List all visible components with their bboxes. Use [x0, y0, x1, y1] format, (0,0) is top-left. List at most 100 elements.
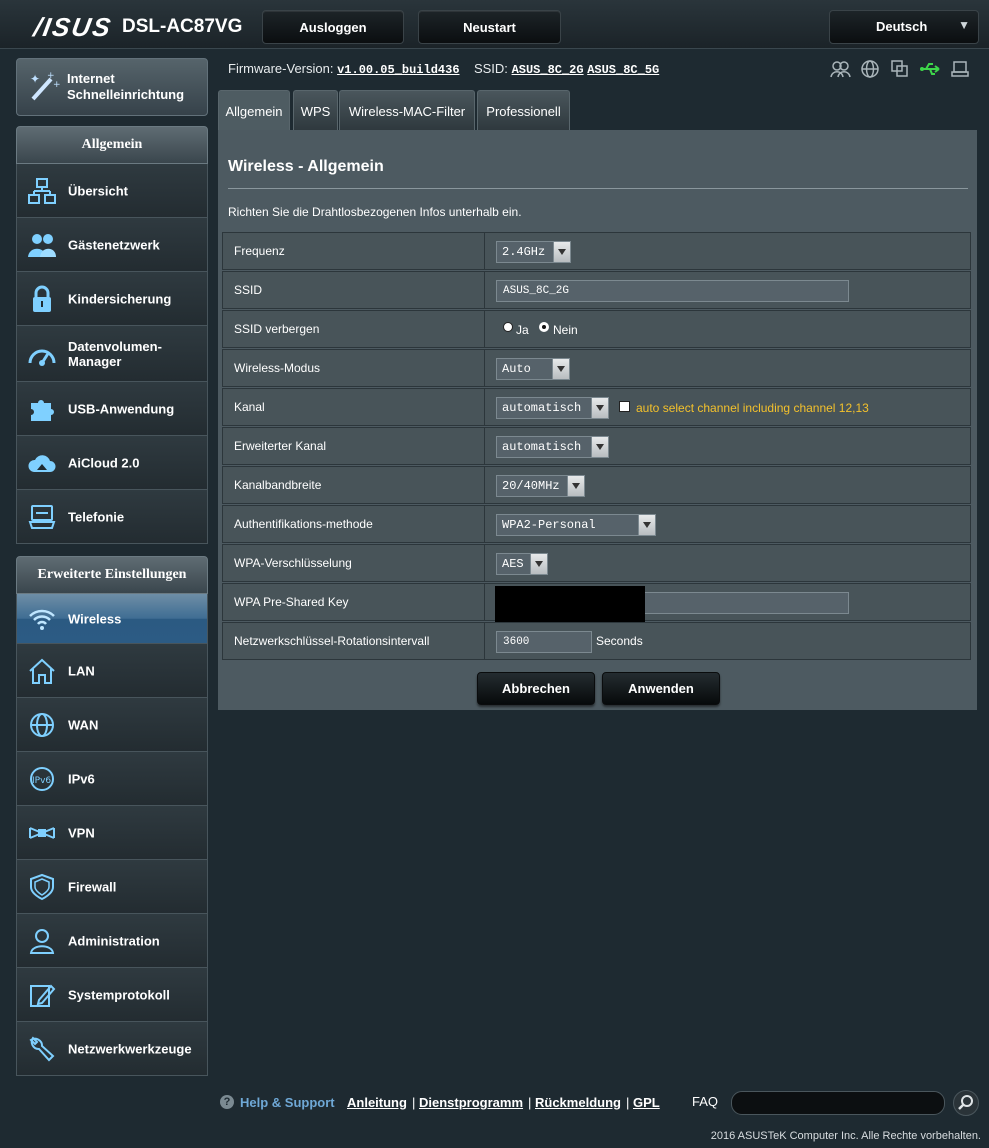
sidebar-item-aicloud[interactable]: AiCloud 2.0 [16, 436, 208, 490]
extension-channel-select[interactable]: automatisch [496, 436, 609, 458]
ssid-input[interactable]: ASUS_8C_2G [496, 280, 849, 302]
faq-search-button[interactable] [953, 1090, 979, 1116]
sidebar-item-label: IPv6 [68, 771, 95, 786]
rotation-interval-input[interactable]: 3600 [496, 631, 592, 653]
gauge-icon [28, 349, 56, 366]
sidebar-item-label: Telefonie [68, 509, 125, 524]
firmware-version-link[interactable]: v1.00.05_build436 [337, 63, 459, 77]
copy-windows-icon[interactable] [889, 58, 911, 80]
footer-separator: | [528, 1095, 532, 1110]
chevron-down-icon [552, 359, 569, 379]
auth-method-select[interactable]: WPA2-Personal [496, 514, 656, 536]
frequency-value: 2.4GHz [502, 245, 546, 259]
sidebar-item-label: WAN [68, 717, 99, 732]
sidebar-item-telephony[interactable]: Telefonie [16, 490, 208, 544]
sidebar-item-system-log[interactable]: Systemprotokoll [16, 968, 208, 1022]
internet-status-icon[interactable] [859, 58, 881, 80]
frequency-select[interactable]: 2.4GHz [496, 241, 571, 263]
sidebar-item-lan[interactable]: LAN [16, 644, 208, 698]
svg-text:IPv6: IPv6 [32, 776, 51, 786]
sidebar-item-label: Systemprotokoll [68, 987, 170, 1002]
sidebar-item-label: Wireless [68, 611, 122, 626]
sidebar-item-label: Administration [68, 933, 160, 948]
row-auth-method: Authentifikations-methode WPA2-Personal [222, 505, 971, 544]
encryption-select[interactable]: AES [496, 553, 548, 575]
row-rotation-interval: Netzwerkschlüssel-Rotationsintervall 360… [222, 622, 971, 661]
bandwidth-value: 20/40MHz [502, 479, 560, 493]
reboot-button[interactable]: Neustart [418, 10, 561, 44]
printer-icon[interactable] [949, 58, 971, 80]
footer-link-gpl[interactable]: GPL [633, 1095, 660, 1110]
logout-button[interactable]: Ausloggen [262, 10, 404, 44]
hide-ssid-no-radio[interactable] [539, 322, 549, 332]
chevron-down-icon [638, 515, 655, 535]
ssid-label: SSID [222, 271, 484, 309]
chevron-down-icon [553, 242, 570, 262]
apply-button[interactable]: Anwenden [602, 672, 720, 705]
encryption-cell: AES [484, 544, 971, 582]
sidebar-item-vpn[interactable]: VPN [16, 806, 208, 860]
svg-text:+: + [53, 80, 61, 90]
sidebar-item-parental-control[interactable]: Kindersicherung [16, 272, 208, 326]
ssid-cell: ASUS_8C_2G [484, 271, 971, 309]
wireless-mode-label: Wireless-Modus [222, 349, 484, 387]
row-ssid: SSID ASUS_8C_2G [222, 271, 971, 310]
footer-link-manual[interactable]: Anleitung [347, 1095, 407, 1110]
sidebar-item-network-tools[interactable]: Netzwerkwerkzeuge [16, 1022, 208, 1076]
frequency-label: Frequenz [222, 232, 484, 270]
row-frequency: Frequenz 2.4GHz [222, 232, 971, 271]
channel-12-13-checkbox[interactable] [619, 401, 630, 412]
hide-ssid-yes-radio[interactable] [503, 322, 513, 332]
sidebar-item-ipv6[interactable]: IPv6 IPv6 [16, 752, 208, 806]
sidebar-item-label: Übersicht [68, 183, 128, 198]
sidebar-item-label: Datenvolumen- Manager [68, 339, 162, 369]
top-bar: /ISUS DSL-AC87VG Ausloggen Neustart Deut… [0, 0, 989, 49]
language-select[interactable]: Deutsch ▼ [829, 10, 979, 44]
wireless-mode-value: Auto [502, 362, 531, 376]
brand-logo: /ISUS [31, 12, 115, 42]
cloud-icon [28, 454, 56, 472]
quick-setup-line2: Schnelleinrichtung [67, 87, 185, 102]
sidebar-item-usb-application[interactable]: USB-Anwendung [16, 382, 208, 436]
sidebar-item-label: Gästenetzwerk [68, 237, 160, 252]
faq-label: FAQ [692, 1094, 719, 1109]
sidebar-item-administration[interactable]: Administration [16, 914, 208, 968]
faq-search-input[interactable] [731, 1091, 945, 1115]
clients-icon[interactable] [829, 58, 851, 80]
sidebar-item-firewall[interactable]: Firewall [16, 860, 208, 914]
bandwidth-select[interactable]: 20/40MHz [496, 475, 585, 497]
cancel-button[interactable]: Abbrechen [477, 672, 595, 705]
footer-separator: | [412, 1095, 416, 1110]
extension-channel-value: automatisch [502, 440, 582, 454]
tab-mac-filter[interactable]: Wireless-MAC-Filter [339, 90, 475, 131]
sidebar-item-label: Firewall [68, 879, 117, 894]
tab-professional[interactable]: Professionell [477, 90, 570, 131]
auth-method-cell: WPA2-Personal [484, 505, 971, 543]
channel-select[interactable]: automatisch [496, 397, 609, 419]
sidebar-item-guest-network[interactable]: Gästenetzwerk [16, 218, 208, 272]
ssid-2g-link[interactable]: ASUS_8C_2G [512, 63, 584, 77]
usb-icon[interactable] [919, 58, 941, 80]
sidebar-item-overview[interactable]: Übersicht [16, 164, 208, 218]
sidebar-item-label-line1: Datenvolumen- [68, 338, 162, 354]
quick-setup-button[interactable]: ✦ + + Internet Schnelleinrichtung [16, 58, 208, 116]
channel-hint: auto select channel including channel 12… [636, 401, 869, 415]
page-title: Wireless - Allgemein [228, 158, 384, 175]
redaction-block [495, 586, 645, 624]
log-edit-icon [30, 984, 56, 1007]
sidebar-item-wan[interactable]: WAN [16, 698, 208, 752]
shield-icon [30, 873, 54, 900]
language-value: Deutsch [876, 19, 928, 34]
sidebar-item-wireless[interactable]: Wireless [16, 594, 208, 644]
sidebar-item-traffic-manager[interactable]: Datenvolumen- Manager [16, 326, 208, 382]
ssid-5g-link[interactable]: ASUS_8C_5G [587, 63, 659, 77]
tab-wps[interactable]: WPS [293, 90, 338, 131]
footer-link-feedback[interactable]: Rückmeldung [535, 1095, 621, 1110]
footer-link-utility[interactable]: Dienstprogramm [419, 1095, 523, 1110]
sidebar-item-label: USB-Anwendung [68, 401, 175, 416]
sidebar-item-label: VPN [68, 825, 95, 840]
tab-general[interactable]: Allgemein [218, 90, 290, 131]
row-bandwidth: Kanalbandbreite 20/40MHz [222, 466, 971, 505]
wireless-mode-select[interactable]: Auto [496, 358, 570, 380]
auth-method-value: WPA2-Personal [502, 518, 596, 532]
